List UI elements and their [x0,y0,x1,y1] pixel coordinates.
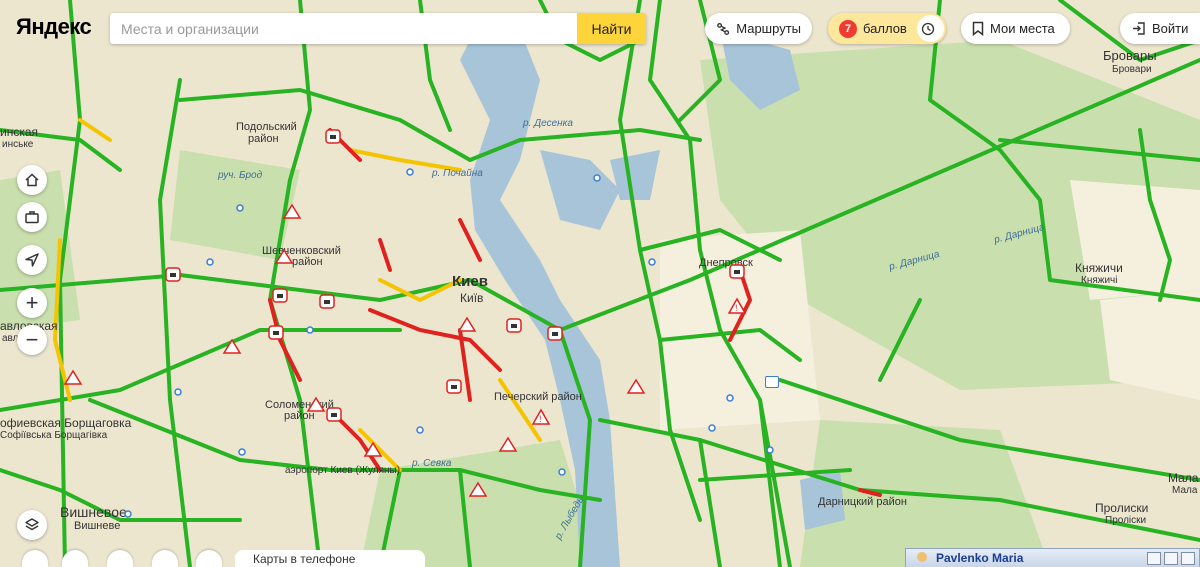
creek-label-brod: руч. Брод [217,170,263,181]
town-label-belichi: инская [0,125,38,139]
town-label-proliski-sub: Пролiски [1105,515,1146,526]
contact-avatar-icon [917,552,927,562]
zoom-out-button[interactable]: − [17,325,47,355]
close-icon[interactable] [1181,552,1195,565]
accident-icon [268,325,284,340]
river-label-pochayna: р. Почайна [431,168,483,179]
home-button[interactable] [17,165,47,195]
zoom-in-button[interactable]: + [17,288,47,318]
history-icon[interactable] [917,15,944,42]
railway-station-icon [765,376,779,388]
district-label-dnepr: Днепровск [699,257,753,269]
accident-icon [506,318,522,333]
town-label-sofievskaya-sub: Софіївська Борщагівка [0,429,108,441]
maximize-icon[interactable] [1164,552,1178,565]
accident-icon [165,267,181,282]
accident-icon [325,129,341,144]
district-label-solomensky-sub: район [284,410,315,422]
search-button[interactable]: Найти [577,13,646,44]
traffic-score-badge: 7 [839,19,857,38]
work-button[interactable] [17,202,47,232]
town-label-proliski: Пролиски [1095,501,1148,515]
town-label-vishnevoe: Вишневое [60,504,127,520]
logo-text: Яндекс [16,14,92,39]
login-label: Войти [1152,21,1189,36]
layers-button[interactable] [17,510,47,540]
accident-icon [547,326,563,341]
search-box: Найти [110,13,646,44]
mobile-app-promo[interactable]: Карты в телефоне [235,550,425,567]
traffic-map[interactable]: Киев Київ Подольский район Шевченковский… [0,0,1200,567]
town-label-knyazhichi: Княжичи [1075,261,1123,275]
city-label-kiev-sub: Київ [460,291,483,305]
layers-icon [25,518,39,531]
town-label-mala-sub: Мала [1172,485,1198,496]
briefcase-icon [25,211,39,224]
login-icon [1133,22,1145,35]
town-label-mala: Мала [1168,471,1199,485]
river-label-desenka: р. Десенка [522,118,573,129]
search-input[interactable] [110,13,577,44]
district-label-shevchenko-sub: район [292,256,323,268]
routes-button[interactable]: Маршруты [705,13,812,44]
mobile-app-promo-label: Карты в телефоне [253,552,356,566]
traffic-score-label: баллов [863,21,907,36]
my-places-button[interactable]: Мои места [961,13,1070,44]
minimize-icon[interactable] [1147,552,1161,565]
town-label-belichi-sub: инське [2,139,34,150]
accident-icon [326,407,342,422]
bookmark-icon [972,21,984,36]
location-arrow-icon [25,253,39,267]
town-label-knyazhichi-sub: Княжичі [1081,275,1117,286]
yandex-logo[interactable]: Яндекс [16,14,92,40]
my-places-label: Мои места [990,21,1055,36]
accident-icon [729,264,745,279]
traffic-score[interactable]: 7 баллов [828,13,946,44]
district-label-podolsky: Подольский [236,121,297,133]
login-button[interactable]: Войти [1120,13,1200,44]
accident-icon [272,288,288,303]
town-label-brovary-sub: Бровари [1112,64,1152,75]
district-label-pechersky: Печерский район [494,391,582,403]
locate-button[interactable] [17,245,47,275]
district-label-podolsky-sub: район [248,133,279,145]
window-buttons [1147,552,1195,565]
chat-window-titlebar[interactable]: Pavlenko Maria [905,548,1200,567]
svg-text:!: ! [539,414,542,424]
route-icon [717,22,730,35]
river-label-sevka: р. Севка [411,458,452,469]
svg-text:!: ! [735,303,738,313]
town-label-sofievskaya: офиевская Борщаговка [0,416,132,430]
city-label-kiev: Киев [452,273,488,290]
district-label-darnitsky: Дарницкий район [818,496,907,508]
accident-icon [319,294,335,309]
airport-label: аэропорт Киев (Жуляны) [285,465,400,476]
home-icon [25,173,39,187]
top-bar: Яндекс Найти Маршруты 7 баллов Мои места… [0,0,1200,58]
chat-contact-name: Pavlenko Maria [936,551,1024,565]
routes-label: Маршруты [736,21,801,36]
accident-icon [446,379,462,394]
town-label-vishnevoe-sub: Вишневе [74,520,120,532]
